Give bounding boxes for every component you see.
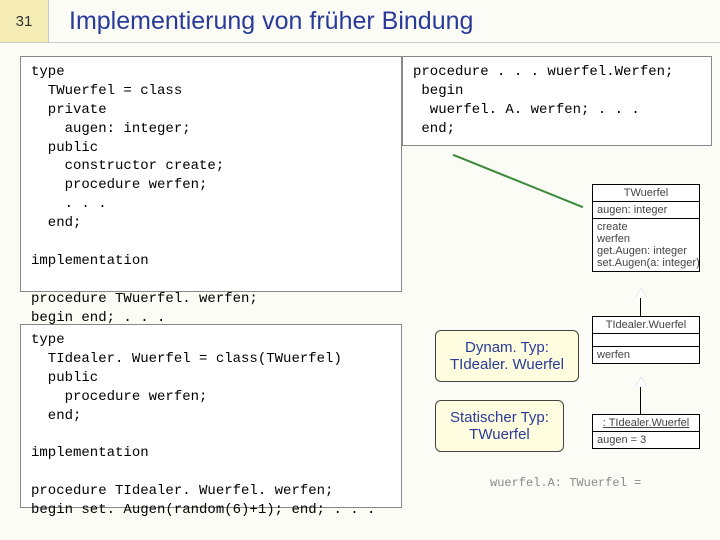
- callout-dynamic-type: Dynam. Typ: TIdealer. Wuerfel: [435, 330, 579, 382]
- uml-ops: werfen: [593, 347, 699, 363]
- slide-header: 31 Implementierung von früher Bindung: [0, 0, 720, 43]
- uml-attrs-empty: [593, 334, 699, 347]
- uml-object-attrs: augen = 3: [593, 432, 699, 448]
- declaration-note: wuerfel.A: TWuerfel =: [490, 476, 641, 490]
- slide-number: 31: [0, 0, 49, 42]
- code-block-type-tidealerwuerfel: type TIdealer. Wuerfel = class(TWuerfel)…: [20, 324, 402, 508]
- uml-object-instance: : TIdealer.Wuerfel augen = 3: [592, 414, 700, 449]
- uml-inherit-arrowhead: [635, 288, 647, 298]
- uml-inherit-arrowhead: [635, 377, 647, 387]
- slide-title: Implementierung von früher Bindung: [49, 7, 720, 36]
- uml-class-name: TIdealer.Wuerfel: [593, 317, 699, 334]
- uml-inherit-line: [640, 385, 641, 414]
- callout-static-type: Statischer Typ: TWuerfel: [435, 400, 564, 452]
- uml-class-tidealerwuerfel: TIdealer.Wuerfel werfen: [592, 316, 700, 364]
- code-block-procedure-werfen: procedure . . . wuerfel.Werfen; begin wu…: [402, 56, 712, 146]
- uml-attrs: augen: integer: [593, 202, 699, 219]
- uml-inherit-line: [640, 296, 641, 316]
- code-block-type-twuerfel: type TWuerfel = class private augen: int…: [20, 56, 402, 292]
- uml-ops: create werfen get.Augen: integer set.Aug…: [593, 219, 699, 271]
- uml-class-twuerfel: TWuerfel augen: integer create werfen ge…: [592, 184, 700, 272]
- uml-class-name: TWuerfel: [593, 185, 699, 202]
- uml-object-name: : TIdealer.Wuerfel: [593, 415, 699, 432]
- arrow-line: [453, 154, 584, 208]
